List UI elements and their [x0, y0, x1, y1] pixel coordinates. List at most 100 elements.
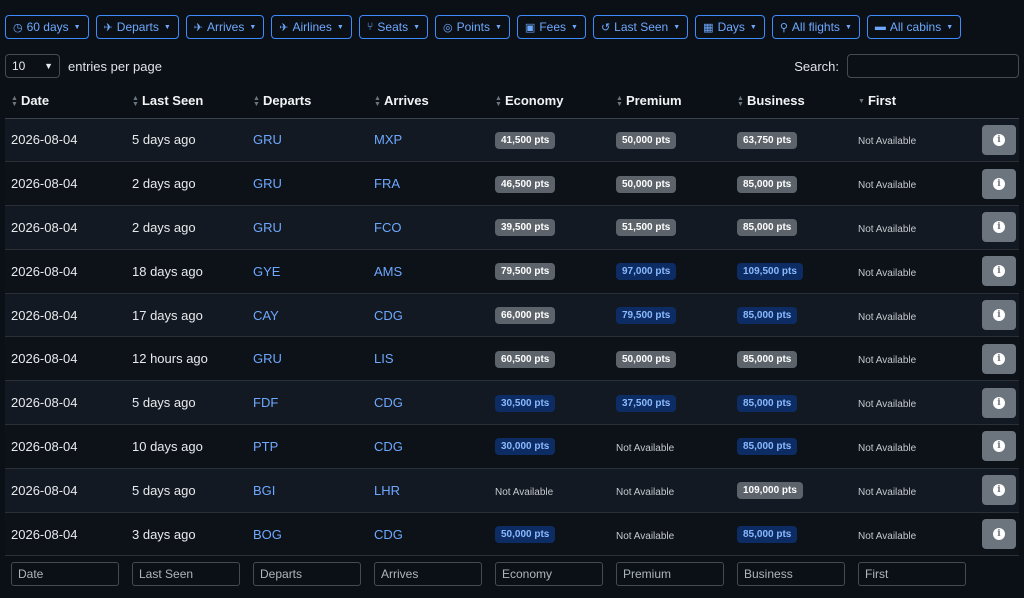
premium-cell: 79,500 pts — [610, 293, 731, 337]
premium-cell: 50,000 pts — [610, 118, 731, 162]
filter-points-button[interactable]: ◎ Points ▼ — [435, 15, 510, 39]
not-available-text: Not Available — [858, 530, 917, 542]
departs-link[interactable]: GRU — [247, 162, 368, 206]
arrives-link[interactable]: LIS — [368, 337, 489, 381]
departs-link[interactable]: GRU — [247, 118, 368, 162]
info-button[interactable]: i — [982, 387, 1016, 418]
clock-icon: ◷ — [13, 21, 23, 34]
first-cell: Not Available — [852, 293, 972, 337]
last-seen-cell: 2 days ago — [132, 219, 196, 235]
filter-last-seen-input[interactable]: Last Seen — [132, 562, 240, 587]
date-cell: 2026-08-04 — [11, 263, 78, 279]
page: ◷ 60 days ▼ ✈ Departs ▼ ✈ Arrives ▼ ✈ Airlines ▼ ⑂ Se… — [0, 0, 1024, 598]
filter-airlines-button[interactable]: ✈ Airlines ▼ — [271, 15, 352, 39]
arrives-link[interactable]: MXP — [368, 118, 489, 162]
footer-empty-cell — [972, 556, 1019, 587]
arrives-link[interactable]: CDG — [368, 381, 489, 425]
first-cell: Not Available — [852, 381, 972, 425]
column-header-first[interactable]: ▼ First — [852, 84, 972, 119]
departs-link[interactable]: GYE — [247, 249, 368, 293]
page-length-select[interactable]: 10 ▼ — [5, 54, 60, 78]
filter-60-days-button[interactable]: ◷ 60 days ▼ — [5, 15, 89, 39]
filter-departs-button[interactable]: ✈ Departs ▼ — [95, 15, 179, 39]
info-button[interactable]: i — [982, 431, 1016, 462]
filter-days-button[interactable]: ▦ Days ▼ — [695, 15, 765, 39]
departs-link[interactable]: PTP — [247, 425, 368, 469]
column-header-arrives[interactable]: ▲ ▼ Arrives — [368, 84, 489, 119]
info-button[interactable]: i — [982, 519, 1016, 550]
footer-filter-cell: Arrives — [368, 556, 489, 587]
filter-all-cabins-button[interactable]: ▬ All cabins ▼ — [866, 15, 962, 39]
premium-cell: Not Available — [610, 425, 731, 469]
filter-date-input[interactable]: Date — [11, 562, 119, 587]
not-available-text: Not Available — [858, 136, 917, 148]
filter-arrives-input[interactable]: Arrives — [374, 562, 482, 587]
premium-points-badge: 37,500 pts — [616, 394, 677, 412]
departs-link[interactable]: FDF — [247, 381, 368, 425]
arrives-link[interactable]: CDG — [368, 293, 489, 337]
column-header-premium[interactable]: ▲ ▼ Premium — [610, 84, 731, 119]
footer-filter-cell: Date — [5, 556, 126, 587]
info-button[interactable]: i — [982, 212, 1016, 243]
actions-cell: i — [972, 118, 1019, 162]
filter-last-seen-button[interactable]: ↺ Last Seen ▼ — [592, 15, 689, 39]
filter-fees-button[interactable]: ▣ Fees ▼ — [516, 15, 586, 39]
departs-link[interactable]: BGI — [247, 468, 368, 512]
business-points-badge: 85,000 pts — [737, 394, 798, 412]
info-button[interactable]: i — [982, 256, 1016, 287]
departs-link[interactable]: CAY — [247, 293, 368, 337]
arrives-link[interactable]: FCO — [368, 206, 489, 250]
premium-points-badge: 50,000 pts — [616, 131, 677, 149]
search-label: Search: — [794, 58, 839, 74]
info-button[interactable]: i — [982, 124, 1016, 155]
filter-first-input[interactable]: First — [858, 562, 966, 587]
footer-filter-cell: Departs — [247, 556, 368, 587]
column-header-departs[interactable]: ▲ ▼ Departs — [247, 84, 368, 119]
business-cell: 85,000 pts — [731, 337, 852, 381]
chevron-down-icon: ▼ — [44, 61, 53, 71]
filter-arrives-button[interactable]: ✈ Arrives ▼ — [185, 15, 265, 39]
arrives-link[interactable]: CDG — [368, 425, 489, 469]
premium-points-badge: 50,000 pts — [616, 175, 677, 193]
filter-business-input[interactable]: Business — [737, 562, 845, 587]
filter-all-flights-button[interactable]: ⚲ All flights ▼ — [771, 15, 860, 39]
column-header-business[interactable]: ▲ ▼ Business — [731, 84, 852, 119]
table-controls: 10 ▼ entries per page Search: — [5, 48, 1019, 84]
column-header-economy[interactable]: ▲ ▼ Economy — [489, 84, 610, 119]
filter-label: All flights — [791, 20, 840, 34]
departs-link[interactable]: BOG — [247, 512, 368, 556]
economy-cell: 30,500 pts — [489, 381, 610, 425]
info-button[interactable]: i — [982, 475, 1016, 506]
premium-cell: 50,000 pts — [610, 162, 731, 206]
not-available-text: Not Available — [858, 180, 917, 192]
actions-cell: i — [972, 249, 1019, 293]
business-cell: 85,000 pts — [731, 381, 852, 425]
column-header-date[interactable]: ▲ ▼ Date — [5, 84, 126, 119]
departs-link[interactable]: GRU — [247, 206, 368, 250]
info-button[interactable]: i — [982, 168, 1016, 199]
table-header: ▲ ▼ Date ▲ ▼ Last Seen ▲ ▼ Departs ▲ ▼ Arrives ▲ ▼ Eco… — [5, 84, 1019, 119]
caret-down-icon: ▼ — [249, 23, 257, 31]
info-button[interactable]: i — [982, 343, 1016, 374]
arrives-link[interactable]: AMS — [368, 249, 489, 293]
filter-premium-input[interactable]: Premium — [616, 562, 724, 587]
search-input[interactable] — [847, 54, 1019, 78]
couch-icon: ▬ — [874, 21, 886, 33]
arrives-link[interactable]: CDG — [368, 512, 489, 556]
table-footer: Date Last Seen Departs Arrives Economy Premiu… — [5, 556, 1019, 587]
business-cell: 85,000 pts — [731, 512, 852, 556]
info-button[interactable]: i — [982, 300, 1016, 331]
filter-seats-button[interactable]: ⑂ Seats ▼ — [358, 15, 429, 39]
filter-departs-input[interactable]: Departs — [253, 562, 361, 587]
departs-link[interactable]: GRU — [247, 337, 368, 381]
date-cell: 2026-08-04 — [11, 351, 78, 367]
arrives-link[interactable]: LHR — [368, 468, 489, 512]
column-header-last-seen[interactable]: ▲ ▼ Last Seen — [126, 84, 247, 119]
actions-cell: i — [972, 381, 1019, 425]
filter-economy-input[interactable]: Economy — [495, 562, 603, 587]
economy-points-badge: 66,000 pts — [495, 307, 556, 325]
awards-table: ▲ ▼ Date ▲ ▼ Last Seen ▲ ▼ Departs ▲ ▼ Arrives ▲ ▼ Eco… — [5, 84, 1019, 587]
actions-cell: i — [972, 425, 1019, 469]
arrives-link[interactable]: FRA — [368, 162, 489, 206]
first-cell: Not Available — [852, 512, 972, 556]
